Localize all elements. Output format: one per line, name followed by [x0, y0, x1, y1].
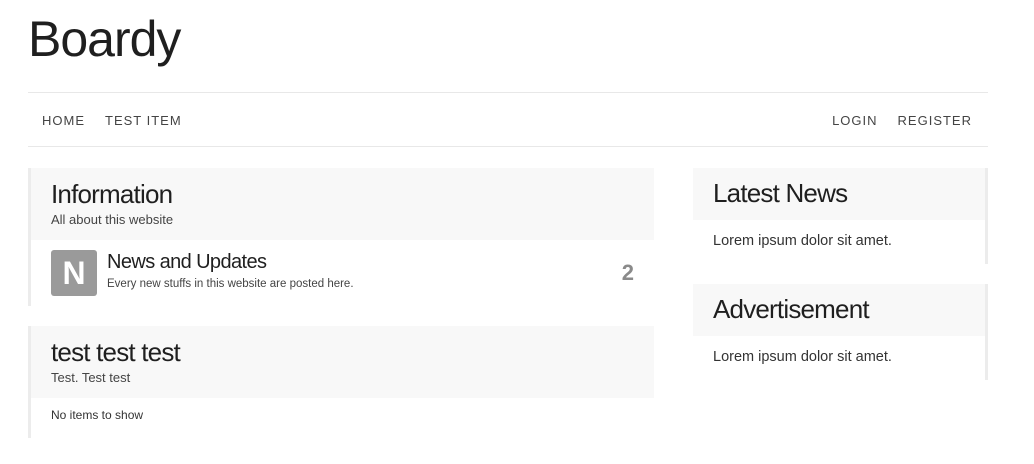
- category-title[interactable]: test test test: [51, 337, 634, 368]
- widget-advertisement: Advertisement Lorem ipsum dolor sit amet…: [693, 284, 988, 380]
- site-title[interactable]: Boardy: [28, 10, 181, 68]
- nav-test-item-link[interactable]: TEST ITEM: [105, 113, 182, 128]
- nav-left-group: HOME TEST ITEM: [42, 93, 202, 147]
- widget-body: Lorem ipsum dolor sit amet.: [713, 349, 892, 365]
- nav-register-link[interactable]: REGISTER: [898, 113, 972, 128]
- category-subtitle: Test. Test test: [51, 370, 131, 385]
- widget-latest-news: Latest News Lorem ipsum dolor sit amet.: [693, 168, 988, 264]
- top-navigation: HOME TEST ITEM LOGIN REGISTER: [28, 92, 988, 147]
- widget-title: Advertisement: [713, 294, 870, 324]
- nav-login-link[interactable]: LOGIN: [832, 113, 877, 128]
- category-subtitle: All about this website: [51, 212, 174, 227]
- category-information: Information All about this website N New…: [28, 168, 654, 306]
- category-title[interactable]: Information: [51, 179, 634, 210]
- board-avatar: N: [51, 250, 97, 296]
- board-name-link[interactable]: News and Updates: [107, 251, 267, 274]
- board-description: Every new stuffs in this website are pos…: [107, 278, 354, 290]
- widget-header: Advertisement: [693, 284, 985, 336]
- widget-title: Latest News: [713, 178, 848, 208]
- widget-header: Latest News: [693, 168, 985, 220]
- empty-message: No items to show: [51, 408, 144, 422]
- board-row[interactable]: N News and Updates Every new stuffs in t…: [31, 240, 654, 306]
- category-test: test test test Test. Test test No items …: [28, 326, 654, 438]
- board-post-count: 2: [621, 260, 634, 285]
- nav-right-group: LOGIN REGISTER: [832, 93, 972, 147]
- category-header: Information All about this website: [31, 168, 654, 240]
- widget-body: Lorem ipsum dolor sit amet.: [713, 233, 892, 249]
- category-header: test test test Test. Test test: [31, 326, 654, 398]
- nav-home-link[interactable]: HOME: [42, 113, 85, 128]
